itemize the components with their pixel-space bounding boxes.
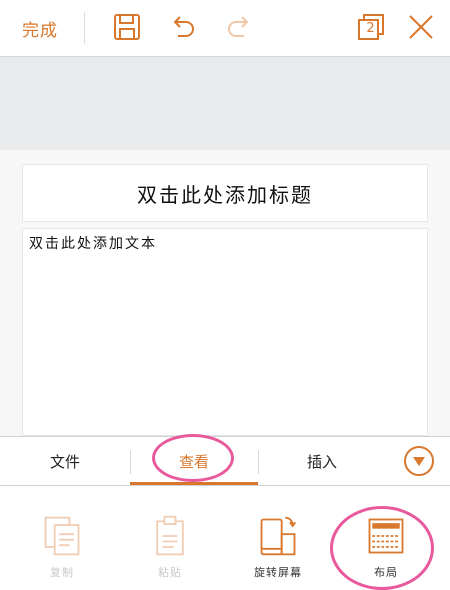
copy-label: 复制 — [50, 566, 74, 579]
close-icon[interactable] — [404, 10, 438, 44]
copy-icon — [44, 516, 80, 556]
paste-button[interactable]: 粘贴 — [130, 514, 210, 580]
layout-button[interactable]: 布局 — [346, 514, 426, 580]
layout-label: 布局 — [374, 566, 398, 579]
save-icon[interactable] — [110, 10, 144, 44]
page-count: 2 — [366, 21, 375, 36]
rotate-screen-button[interactable]: 旋转屏幕 — [238, 514, 318, 580]
slide-canvas: 双击此处添加标题 双击此处添加文本 — [0, 150, 450, 436]
menu-tabs: 文件 查看 插入 — [0, 436, 450, 486]
tab-insert[interactable]: 插入 — [258, 437, 386, 485]
chevron-down-icon — [413, 457, 425, 466]
tab-view[interactable]: 查看 — [130, 437, 258, 485]
paste-icon — [156, 515, 184, 556]
active-tab-indicator — [130, 482, 258, 485]
paste-label: 粘贴 — [158, 566, 182, 579]
copy-button[interactable]: 复制 — [22, 514, 102, 580]
ribbon-panel: 复制 粘贴 旋转屏幕 布局 — [0, 486, 450, 590]
layout-icon — [368, 518, 404, 554]
done-button[interactable]: 完成 — [22, 16, 58, 41]
rotate-screen-label: 旋转屏幕 — [254, 566, 302, 579]
slide-title-placeholder[interactable]: 双击此处添加标题 — [22, 164, 428, 222]
rotate-screen-icon — [260, 516, 297, 556]
toolbar-extension-band — [0, 56, 450, 150]
undo-icon[interactable] — [166, 10, 200, 44]
toolbar-divider — [84, 12, 85, 44]
slide-body-placeholder[interactable]: 双击此处添加文本 — [22, 228, 428, 436]
top-toolbar: 完成 2 — [0, 0, 450, 56]
expand-menu-button[interactable] — [404, 446, 434, 476]
tab-file[interactable]: 文件 — [0, 437, 130, 485]
redo-icon[interactable] — [222, 10, 256, 44]
